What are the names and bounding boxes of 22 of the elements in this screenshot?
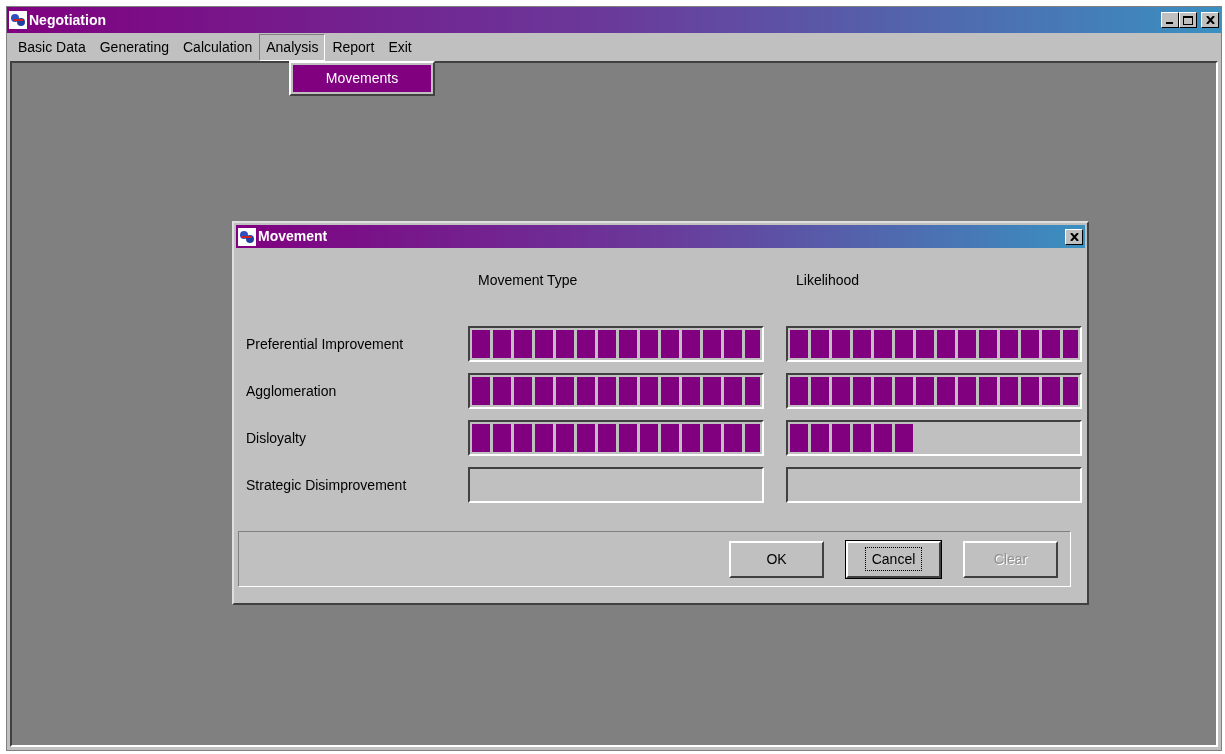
dialog-button[interactable]: Cancel — [846, 540, 941, 578]
minimize-icon[interactable] — [1161, 12, 1179, 28]
menu-item[interactable]: Report — [325, 33, 382, 61]
dropdown-item[interactable]: Movements — [293, 65, 431, 92]
maximize-icon[interactable] — [1179, 12, 1197, 28]
menu-item[interactable]: Calculation — [176, 33, 260, 61]
row-label: Disloyalty — [246, 428, 307, 448]
menu-item[interactable]: Analysis — [259, 33, 326, 61]
dialog-button[interactable]: OK — [729, 540, 824, 578]
window-title: Negotiation — [29, 10, 106, 30]
dialog-title: Movement — [258, 227, 328, 247]
menu-item[interactable]: Generating — [92, 33, 176, 61]
menu-item[interactable]: Exit — [381, 33, 419, 61]
column-header: Movement Type — [477, 271, 579, 291]
app-icon — [9, 11, 27, 29]
row-label: Strategic Disimprovement — [246, 475, 408, 495]
close-icon[interactable] — [1065, 228, 1083, 245]
row-label: Preferential Improvement — [246, 334, 405, 354]
menu-item[interactable]: Basic Data — [11, 33, 93, 61]
column-header: Likelihood — [795, 271, 861, 291]
row-label: Agglomeration — [246, 381, 338, 401]
close-icon[interactable] — [1201, 12, 1219, 28]
